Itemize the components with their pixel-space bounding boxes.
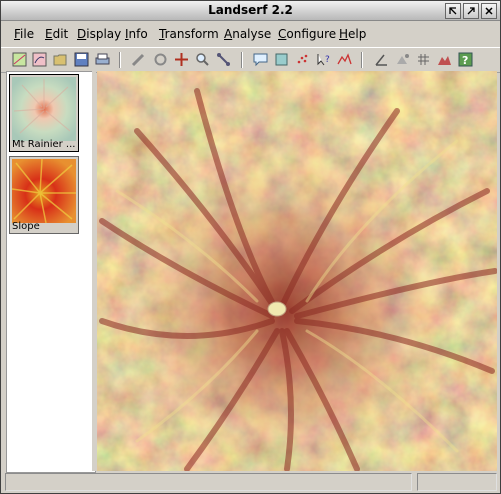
app-window: Landserf 2.2 File Edit Display Info Tran… [0, 0, 501, 494]
grid-button[interactable] [415, 51, 432, 68]
terrain-icon [438, 56, 451, 65]
map-view[interactable] [97, 71, 497, 471]
open-button[interactable] [52, 51, 69, 68]
info-balloon-icon [253, 53, 268, 67]
pan-button[interactable] [215, 51, 232, 68]
menu-configure[interactable]: Configure [278, 27, 336, 41]
layer-label: Slope [12, 221, 40, 232]
svg-text:?: ? [462, 54, 468, 67]
help-icon: ? [458, 52, 473, 67]
layer-thumbnail[interactable]: Slope [9, 156, 79, 234]
edit-button[interactable] [130, 51, 147, 68]
menu-bar: File Edit Display Info Transform Analyse… [1, 23, 500, 45]
status-bar [5, 473, 497, 491]
layers-icon [275, 53, 288, 66]
close-button[interactable] [481, 3, 497, 19]
help-button[interactable]: ? [457, 51, 474, 68]
open-icon [53, 54, 67, 66]
window-title: Landserf 2.2 [208, 3, 293, 17]
minimize-button[interactable] [445, 3, 461, 19]
print-button[interactable] [94, 51, 111, 68]
contours-button[interactable] [394, 51, 411, 68]
zoom-icon [196, 53, 209, 66]
svg-text:?: ? [325, 55, 330, 65]
layer-thumbnail[interactable]: Mt Rainier ... [9, 74, 79, 152]
menu-display[interactable]: Display [77, 27, 121, 41]
toolbar: ? ? [1, 47, 500, 73]
close-icon [485, 7, 493, 15]
status-message [5, 473, 412, 491]
edit-pencil-icon [131, 53, 145, 67]
menu-help[interactable]: Help [339, 27, 366, 41]
layer-panel: Mt Rainier ... Slope [6, 71, 96, 473]
query-button[interactable]: ? [315, 51, 332, 68]
title-bar[interactable]: Landserf 2.2 [1, 1, 500, 21]
new-vector-button[interactable] [31, 51, 48, 68]
rotate-icon [154, 53, 167, 66]
menu-transform[interactable]: Transform [159, 27, 219, 41]
menu-edit[interactable]: Edit [45, 27, 68, 41]
minimize-icon [449, 7, 457, 15]
menu-analyse[interactable]: Analyse [224, 27, 271, 41]
rotate-button[interactable] [152, 51, 169, 68]
new-raster-icon [12, 52, 27, 67]
terrain-button[interactable] [436, 51, 453, 68]
save-button[interactable] [73, 51, 90, 68]
profile-button[interactable] [336, 51, 353, 68]
menu-info[interactable]: Info [125, 27, 148, 41]
status-info [417, 473, 497, 491]
save-icon [74, 52, 89, 67]
print-icon [95, 53, 110, 65]
zoom-button[interactable] [194, 51, 211, 68]
maximize-button[interactable] [463, 3, 479, 19]
grid-icon [418, 54, 429, 65]
profile-icon [337, 53, 352, 65]
slope-hillshade-map [97, 71, 497, 471]
menu-file[interactable]: File [14, 27, 34, 41]
new-vector-icon [32, 52, 47, 67]
scatter-plot-icon [297, 54, 308, 64]
contours-icon [397, 54, 409, 64]
scatter-plot-button[interactable] [294, 51, 311, 68]
new-raster-button[interactable] [11, 51, 28, 68]
layers-button[interactable] [273, 51, 290, 68]
crosshair-icon [175, 53, 188, 66]
info-balloon-button[interactable] [252, 51, 269, 68]
slope-thumbnail-image [12, 159, 76, 223]
panel-splitter[interactable] [92, 71, 96, 471]
crosshair-button[interactable] [173, 51, 190, 68]
layer-label: Mt Rainier ... [12, 139, 76, 150]
angle-icon [375, 54, 387, 66]
angle-button[interactable] [373, 51, 390, 68]
maximize-icon [467, 7, 475, 15]
pan-icon [217, 53, 230, 66]
query-icon: ? [317, 54, 330, 66]
elevation-thumbnail-image [12, 77, 76, 141]
